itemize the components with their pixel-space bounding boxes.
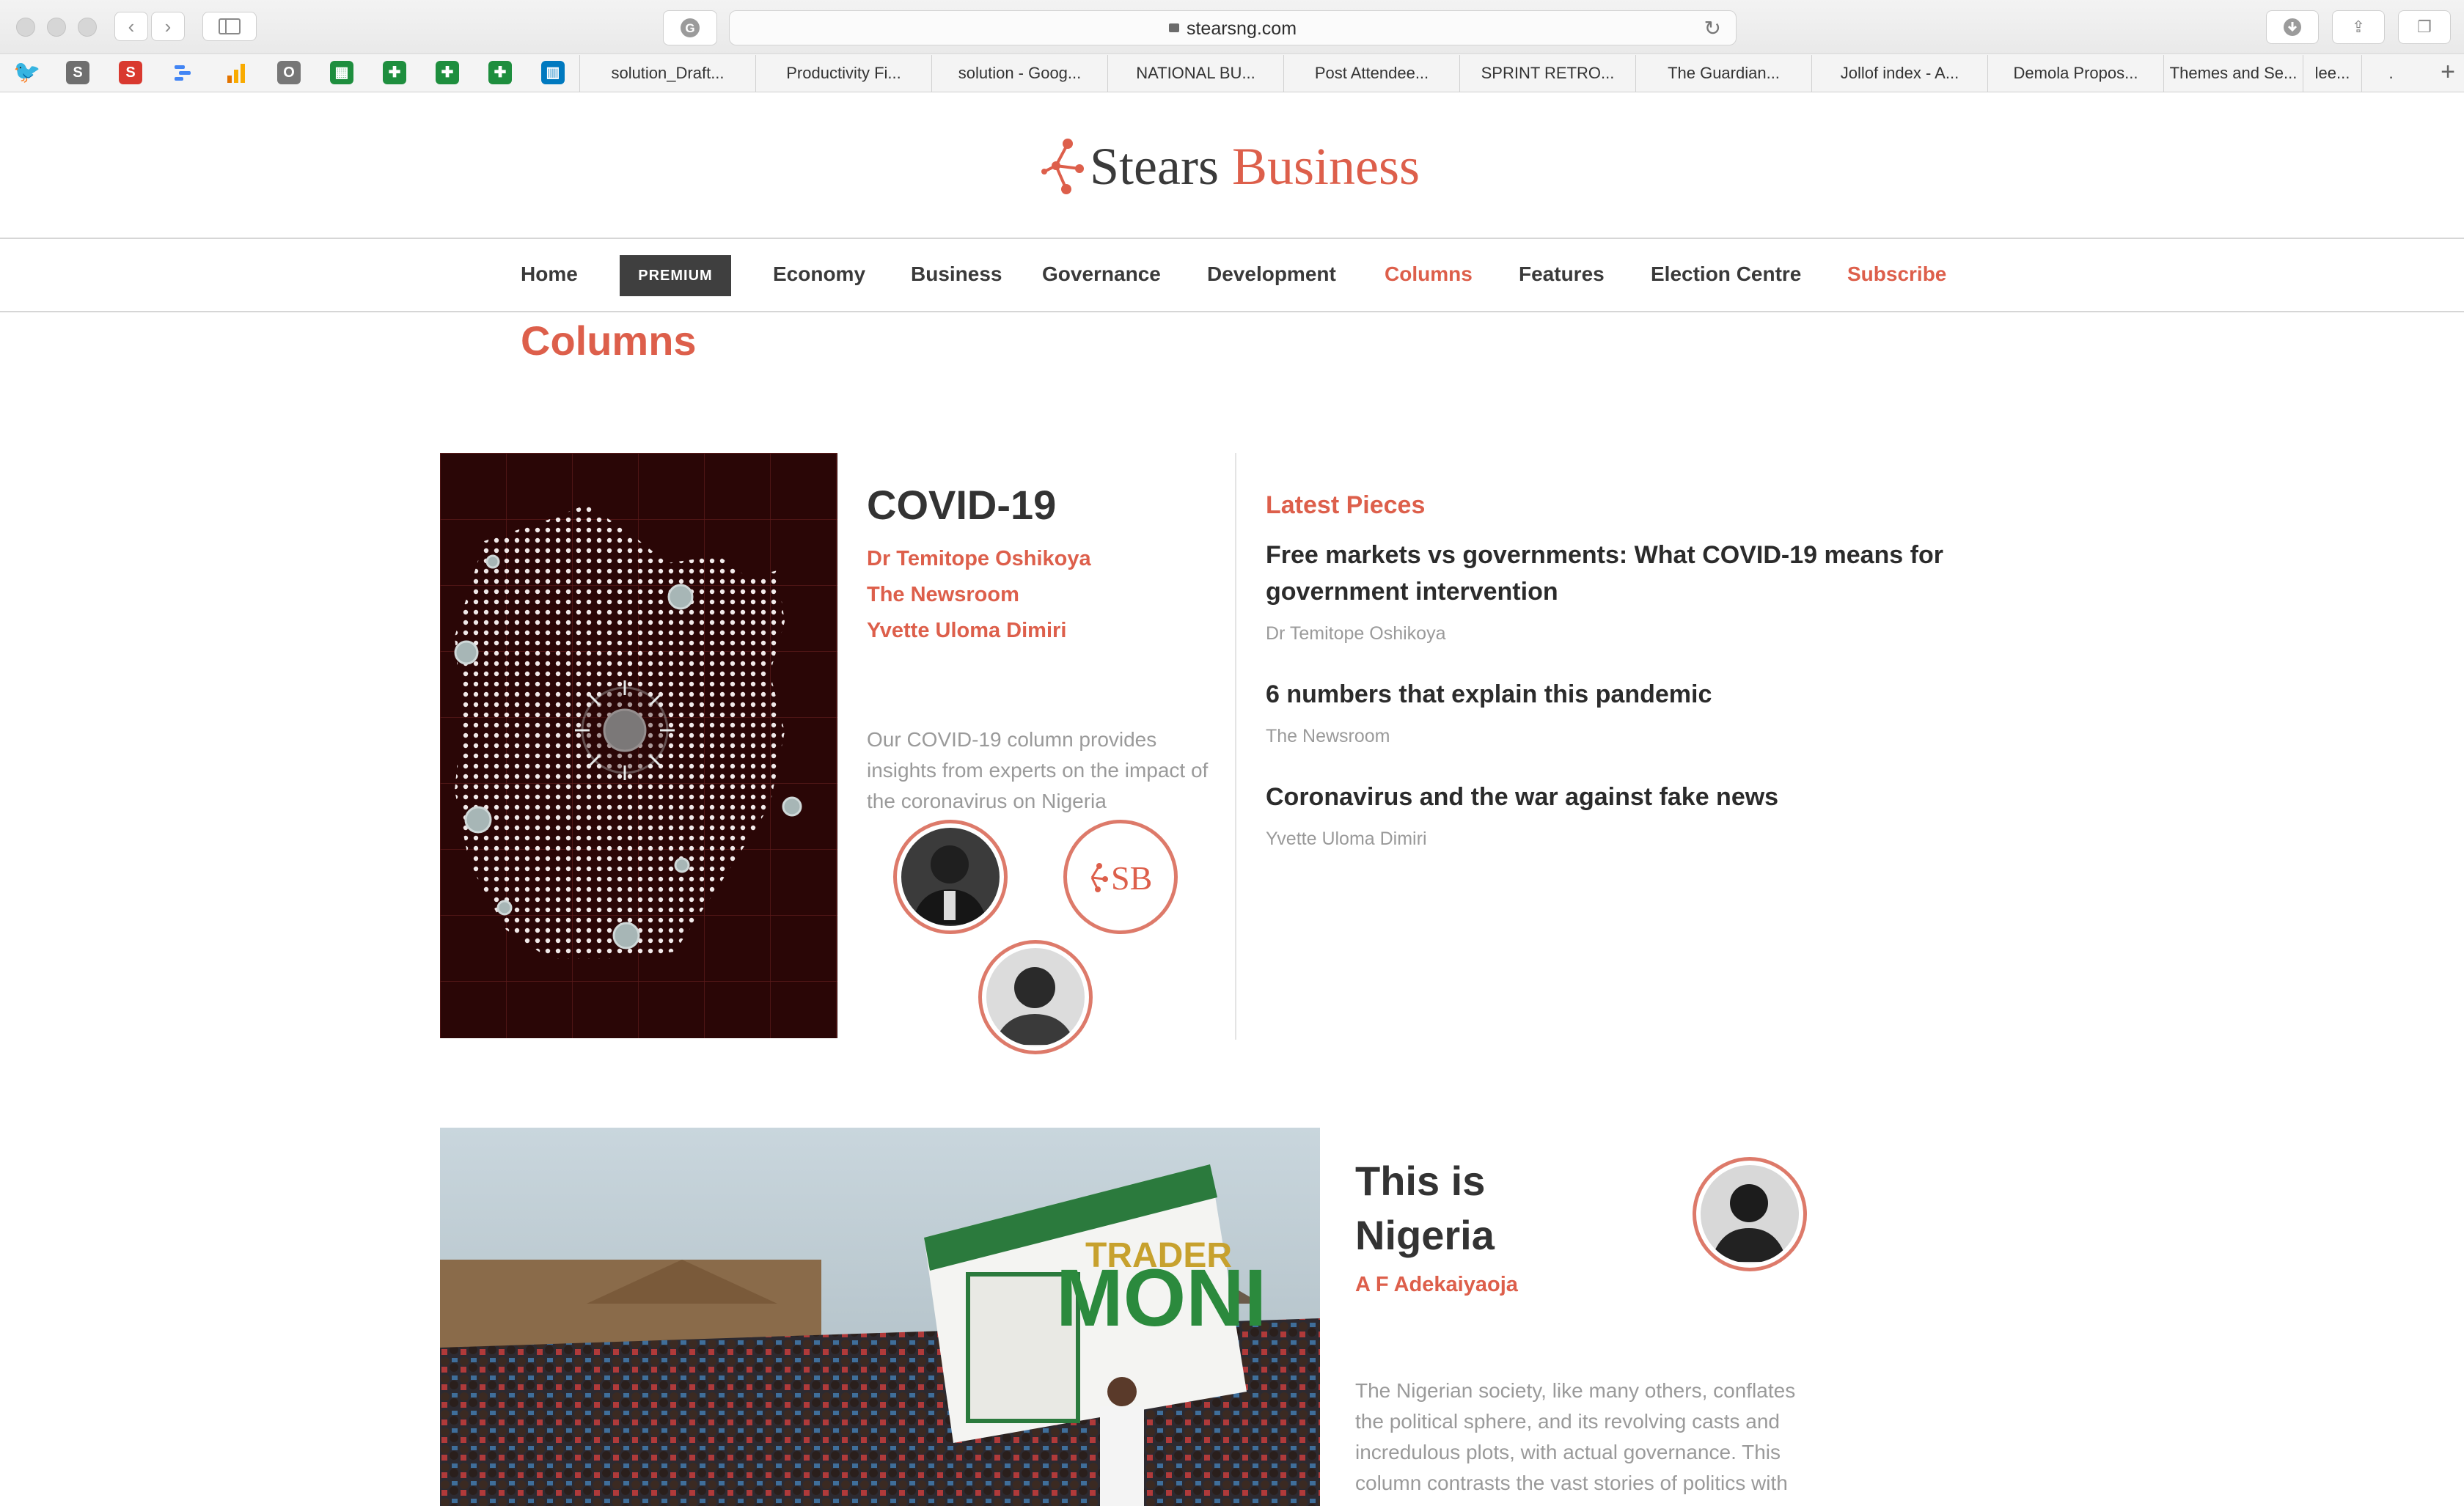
nigeria-column-description: The Nigerian society, like many others, … <box>1355 1379 1796 1494</box>
page-title: Columns <box>521 317 697 364</box>
twitter-bookmark-icon[interactable]: 🐦 <box>13 61 40 84</box>
nigeria-author-link[interactable]: A F Adekaiyaoja <box>1355 1273 1518 1297</box>
sheets-bookmark-icon-2[interactable]: ✚ <box>383 61 406 84</box>
nav-columns[interactable]: Columns <box>1385 262 1473 286</box>
nav-home[interactable]: Home <box>521 262 578 286</box>
maximize-window-button[interactable] <box>78 18 97 37</box>
bookmark-tab[interactable]: solution - Goog... <box>931 55 1107 92</box>
bookmark-tab[interactable]: . <box>2361 55 2420 92</box>
nav-development[interactable]: Development <box>1207 262 1336 286</box>
this-is-nigeria-title-line1: This is <box>1355 1158 1486 1204</box>
bookmark-tab[interactable]: NATIONAL BU... <box>1107 55 1283 92</box>
share-button[interactable]: ⇪ <box>2332 10 2385 44</box>
this-is-nigeria-column-image[interactable]: TRADER MONI <box>440 1128 1320 1506</box>
bookmark-tab[interactable]: lee... <box>2303 55 2361 92</box>
chevron-left-icon: ‹ <box>128 15 135 37</box>
nav-subscribe[interactable]: Subscribe <box>1847 262 1946 286</box>
lock-icon <box>1168 23 1179 33</box>
nigeria-virus-map-illustration <box>440 453 837 1038</box>
latest-piece-author: Dr Temitope Oshikoya <box>1266 623 1446 644</box>
logo-word-business: Business <box>1231 137 1420 196</box>
sheets-bookmark-icon-4[interactable]: ✚ <box>488 61 512 84</box>
logo-wordmark: Stears Business <box>1090 136 1420 196</box>
browser-chrome: ‹ › G stearsng.com ↻ ⇪ ❐ 🐦 S S O ▦ ✚ ✚ ✚… <box>0 0 2464 92</box>
nav-business[interactable]: Business <box>911 262 1002 286</box>
bookmark-tab[interactable]: The Guardian... <box>1635 55 1811 92</box>
url-text: stearsng.com <box>1186 18 1297 39</box>
new-tab-plus-icon[interactable]: + <box>2441 58 2455 87</box>
covid-column-title[interactable]: COVID-19 <box>867 481 1056 529</box>
author-avatar[interactable] <box>1693 1157 1807 1271</box>
tabs-icon: ❐ <box>2417 18 2432 36</box>
this-is-nigeria-title-line2: Nigeria <box>1355 1212 1495 1258</box>
bookmark-tab[interactable]: solution_Draft... <box>579 55 755 92</box>
nav-election-centre[interactable]: Election Centre <box>1651 262 1801 286</box>
sidebar-icon <box>219 18 241 34</box>
latest-piece-title[interactable]: Free markets vs governments: What COVID-… <box>1266 537 2036 610</box>
o-bookmark-icon[interactable]: O <box>277 61 301 84</box>
close-window-button[interactable] <box>16 18 35 37</box>
minimize-window-button[interactable] <box>47 18 66 37</box>
tabs-overview-button[interactable]: ❐ <box>2398 10 2451 44</box>
nav-governance[interactable]: Governance <box>1042 262 1161 286</box>
s-grey-bookmark-icon[interactable]: S <box>66 61 89 84</box>
covid-column-image[interactable] <box>440 453 837 1038</box>
downloads-button[interactable] <box>2266 10 2319 44</box>
bookmark-tab[interactable]: SPRINT RETRO... <box>1459 55 1635 92</box>
sb-badge-text: SB <box>1111 859 1153 897</box>
back-button[interactable]: ‹ <box>114 12 148 41</box>
covid-author-link[interactable]: The Newsroom <box>867 583 1019 607</box>
grammarly-extension-button[interactable]: G <box>663 10 717 45</box>
this-is-nigeria-title[interactable]: This is Nigeria <box>1355 1154 1495 1263</box>
share-icon: ⇪ <box>2351 18 2366 36</box>
author-avatar[interactable] <box>893 820 1008 934</box>
address-bar[interactable]: stearsng.com ↻ <box>729 10 1737 45</box>
chevron-right-icon: › <box>164 15 172 37</box>
banner-text-moni: MONI <box>1056 1253 1266 1343</box>
bookmark-tab[interactable]: Demola Propos... <box>1987 55 2163 92</box>
stears-logo-mark-icon <box>1041 139 1084 194</box>
bookmarks-bar: 🐦 S S O ▦ ✚ ✚ ✚ ▥ solution_Draft... Prod… <box>0 55 2464 92</box>
svg-text:G: G <box>685 21 694 35</box>
nav-economy[interactable]: Economy <box>773 262 865 286</box>
bookmark-tab[interactable]: Themes and Se... <box>2163 55 2303 92</box>
reload-icon[interactable]: ↻ <box>1704 11 1721 46</box>
google-analytics-bookmark-icon[interactable] <box>224 61 248 84</box>
download-icon <box>2284 18 2301 36</box>
rally-crowd-photo: TRADER MONI <box>440 1128 1320 1506</box>
bookmark-tab[interactable]: Post Attendee... <box>1283 55 1459 92</box>
s-red-bookmark-icon[interactable]: S <box>119 61 142 84</box>
sheets-bookmark-icon-3[interactable]: ✚ <box>436 61 459 84</box>
trello-bookmark-icon[interactable]: ▥ <box>541 61 565 84</box>
author-avatar[interactable] <box>978 940 1093 1054</box>
latest-piece-title[interactable]: 6 numbers that explain this pandemic <box>1266 676 2036 713</box>
main-navigation: Home PREMIUM Economy Business Governance… <box>0 238 2464 312</box>
latest-piece-author: The Newsroom <box>1266 726 1390 746</box>
sheets-bookmark-icon-1[interactable]: ▦ <box>330 61 353 84</box>
covid-author-link[interactable]: Dr Temitope Oshikoya <box>867 547 1091 571</box>
nav-features[interactable]: Features <box>1519 262 1605 286</box>
column-divider <box>1235 453 1236 1040</box>
nav-premium-button[interactable]: PREMIUM <box>620 255 731 296</box>
newsroom-avatar[interactable]: SB <box>1063 820 1178 934</box>
covid-author-link[interactable]: Yvette Uloma Dimiri <box>867 619 1066 643</box>
bookmark-tab[interactable]: Jollof index - A... <box>1811 55 1987 92</box>
latest-piece-author: Yvette Uloma Dimiri <box>1266 829 1427 849</box>
latest-pieces-heading: Latest Pieces <box>1266 491 1426 519</box>
bookmark-tab[interactable]: Productivity Fi... <box>755 55 931 92</box>
logo-word-stears: Stears <box>1090 137 1219 196</box>
forward-button[interactable]: › <box>151 12 185 41</box>
covid-column-description: Our COVID-19 column provides insights fr… <box>867 728 1209 812</box>
site-logo[interactable]: Stears Business <box>1041 129 1452 210</box>
browser-toolbar: ‹ › G stearsng.com ↻ ⇪ ❐ <box>0 0 2464 54</box>
analytics-tags-bookmark-icon[interactable] <box>172 61 195 84</box>
grammarly-icon: G <box>681 18 700 37</box>
sidebar-toggle-button[interactable] <box>202 12 257 41</box>
latest-piece-title[interactable]: Coronavirus and the war against fake new… <box>1266 779 2036 815</box>
